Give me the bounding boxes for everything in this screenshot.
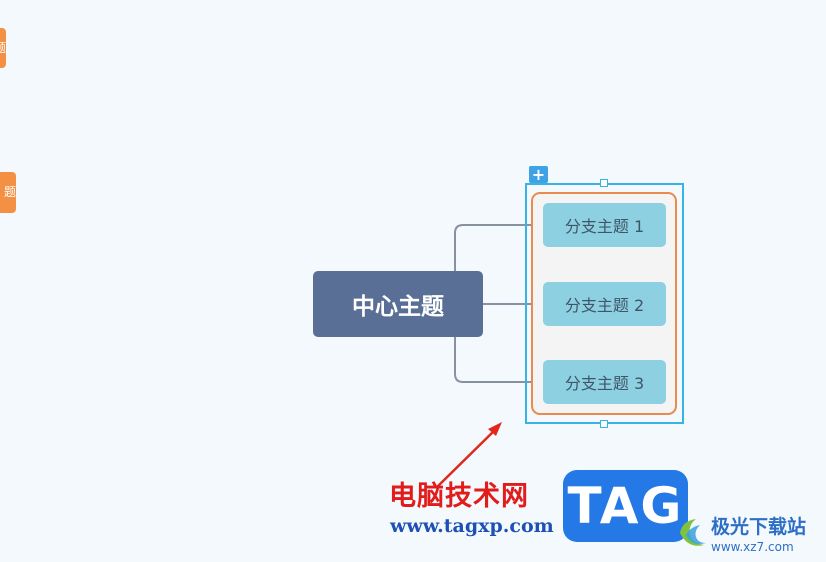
branch-topic-2[interactable]: 分支主题 2 — [543, 282, 666, 326]
watermark-tag-text: TAG — [567, 477, 684, 535]
watermark-brand-url: www.xz7.com — [711, 540, 794, 554]
aurora-logo-icon — [680, 519, 706, 546]
branch-topic-label: 分支主题 2 — [564, 296, 645, 315]
watermark-site-url: www.tagxp.com — [390, 515, 554, 537]
resize-handle-bottom[interactable] — [600, 420, 608, 428]
branch-topic-label: 分支主题 1 — [564, 217, 645, 236]
branch-topic-label: 分支主题 3 — [564, 374, 645, 393]
resize-handle-top[interactable] — [600, 179, 608, 187]
watermark-site-name: 电脑技术网 — [389, 481, 529, 512]
watermark-brand-name: 极光下载站 — [711, 516, 807, 538]
add-topic-button[interactable]: + — [529, 166, 548, 183]
central-topic[interactable]: 中心主题 — [313, 271, 483, 337]
central-topic-label: 中心主题 — [352, 294, 444, 320]
branch-topic-1[interactable]: 分支主题 1 — [543, 203, 666, 247]
plus-icon: + — [531, 165, 546, 184]
branch-topic-3[interactable]: 分支主题 3 — [543, 360, 666, 404]
watermark-tag-logo: TAG — [563, 470, 688, 542]
